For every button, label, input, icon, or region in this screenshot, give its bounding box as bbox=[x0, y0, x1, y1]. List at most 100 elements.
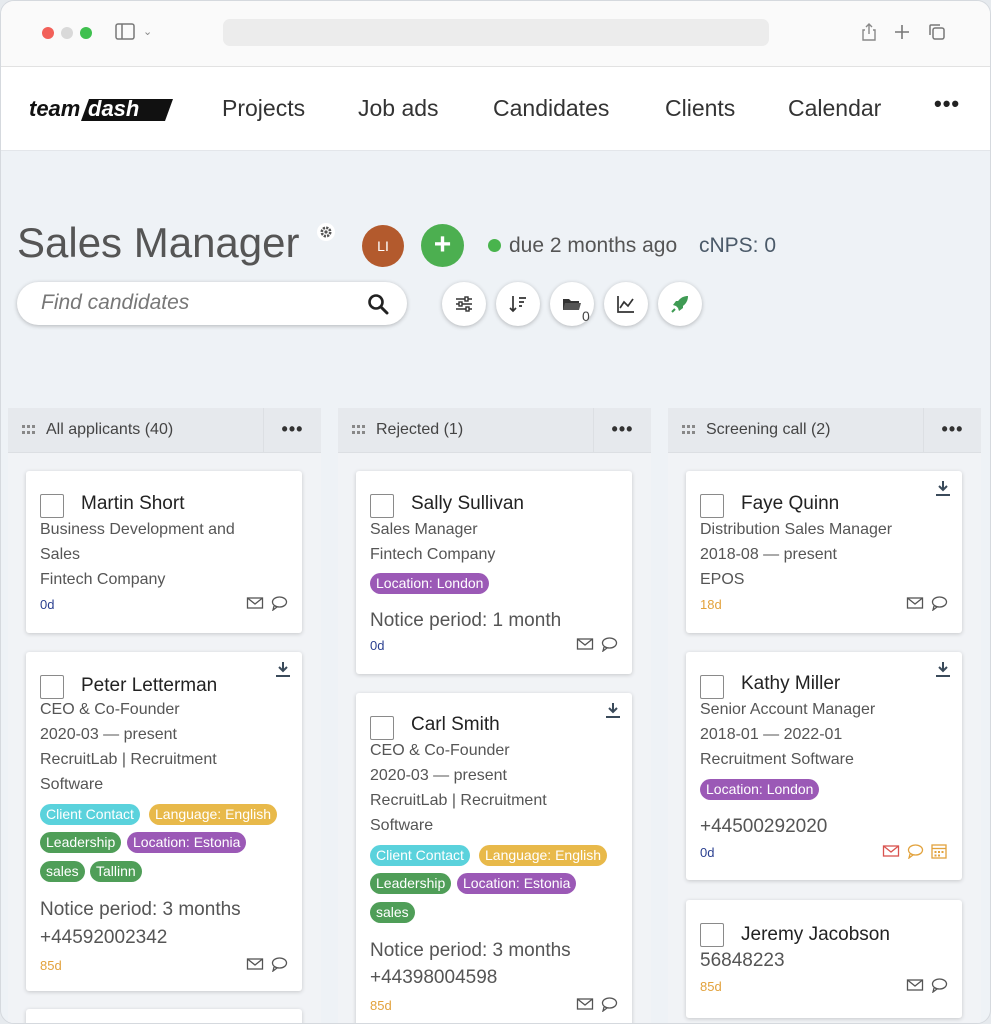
download-icon[interactable] bbox=[934, 479, 952, 497]
comment-icon[interactable] bbox=[930, 595, 948, 611]
tag[interactable]: sales bbox=[40, 861, 85, 882]
column-header[interactable]: Screening call (2) ••• bbox=[668, 408, 981, 453]
download-icon[interactable] bbox=[604, 701, 622, 719]
chevron-down-icon[interactable]: ⌄ bbox=[143, 25, 152, 38]
phone-number[interactable]: +44398004598 bbox=[370, 967, 497, 989]
candidate-card[interactable]: Martin Short Business Development and Sa… bbox=[26, 471, 302, 633]
candidate-name[interactable]: Kathy Miller bbox=[741, 673, 840, 695]
due-status: due 2 months ago bbox=[509, 234, 678, 257]
candidate-card[interactable]: Peter Letterman CEO & Co-Founder 2020-03… bbox=[26, 652, 302, 991]
comment-icon[interactable] bbox=[600, 996, 618, 1012]
calendar-icon[interactable] bbox=[930, 843, 948, 859]
sidebar-toggle-icon[interactable] bbox=[115, 23, 135, 40]
candidate-card[interactable]: Carl Smith CEO & Co-Founder 2020-03 — pr… bbox=[356, 693, 632, 1023]
close-window-button[interactable] bbox=[42, 27, 54, 39]
comment-icon[interactable] bbox=[270, 595, 288, 611]
download-icon[interactable] bbox=[934, 660, 952, 678]
nav-clients[interactable]: Clients bbox=[665, 95, 735, 122]
candidate-card[interactable]: Kathy Miller Senior Account Manager 2018… bbox=[686, 652, 962, 880]
tag[interactable]: Location: London bbox=[370, 573, 490, 594]
tag[interactable]: Language: English bbox=[479, 845, 607, 866]
card-checkbox[interactable] bbox=[700, 923, 724, 947]
nav-candidates[interactable]: Candidates bbox=[493, 95, 609, 122]
drag-handle-icon[interactable] bbox=[352, 425, 366, 435]
download-icon[interactable] bbox=[274, 660, 292, 678]
drag-handle-icon[interactable] bbox=[682, 425, 696, 435]
tabs-overview-icon[interactable] bbox=[926, 21, 948, 43]
tag[interactable]: Location: Estonia bbox=[457, 873, 577, 894]
search-input[interactable] bbox=[41, 291, 361, 315]
column-header[interactable]: Rejected (1) ••• bbox=[338, 408, 651, 453]
candidate-name[interactable]: Sally Sullivan bbox=[411, 493, 524, 515]
folders-button[interactable]: 0 bbox=[550, 282, 594, 326]
email-icon[interactable] bbox=[906, 595, 924, 611]
tag[interactable]: Tallinn bbox=[90, 861, 142, 882]
candidate-name[interactable]: Jeremy Jacobson bbox=[741, 924, 890, 946]
card-checkbox[interactable] bbox=[370, 716, 394, 740]
nav-more-button[interactable]: ••• bbox=[934, 91, 960, 117]
stats-button[interactable] bbox=[604, 282, 648, 326]
sort-button[interactable] bbox=[496, 282, 540, 326]
email-icon[interactable] bbox=[246, 956, 264, 972]
tag[interactable]: Client Contact bbox=[370, 845, 470, 866]
comment-icon[interactable] bbox=[930, 977, 948, 993]
email-icon[interactable] bbox=[246, 595, 264, 611]
page-title: Sales Manager bbox=[17, 219, 300, 266]
tag[interactable]: Location: London bbox=[700, 779, 820, 800]
candidate-card[interactable]: Jeremy Jacobson 56848223 85d bbox=[686, 900, 962, 1018]
add-candidate-button[interactable]: + bbox=[421, 224, 464, 267]
column-header[interactable]: All applicants (40) ••• bbox=[8, 408, 321, 453]
candidate-detail: CEO & Co-Founder bbox=[40, 701, 180, 718]
column-more-button[interactable]: ••• bbox=[593, 408, 651, 453]
phone-number[interactable]: +44592002342 bbox=[40, 927, 167, 949]
email-icon[interactable] bbox=[576, 636, 594, 652]
card-checkbox[interactable] bbox=[700, 675, 724, 699]
maximize-window-button[interactable] bbox=[80, 27, 92, 39]
card-checkbox[interactable] bbox=[40, 494, 64, 518]
card-checkbox[interactable] bbox=[370, 494, 394, 518]
tag[interactable]: Leadership bbox=[370, 873, 452, 894]
nav-job-ads[interactable]: Job ads bbox=[358, 95, 439, 122]
column-more-button[interactable]: ••• bbox=[263, 408, 321, 453]
candidate-name[interactable]: Carl Smith bbox=[411, 714, 500, 736]
email-icon[interactable] bbox=[906, 977, 924, 993]
tag[interactable]: Client Contact bbox=[40, 804, 140, 825]
email-icon[interactable] bbox=[882, 843, 900, 859]
tag[interactable]: Language: English bbox=[149, 804, 277, 825]
comment-icon[interactable] bbox=[270, 956, 288, 972]
column-more-button[interactable]: ••• bbox=[923, 408, 981, 453]
filter-button[interactable] bbox=[442, 282, 486, 326]
email-icon[interactable] bbox=[576, 996, 594, 1012]
boost-button[interactable] bbox=[658, 282, 702, 326]
candidate-name[interactable]: Martin Short bbox=[81, 493, 184, 515]
tag[interactable]: Leadership bbox=[40, 832, 122, 853]
nav-calendar[interactable]: Calendar bbox=[788, 95, 881, 122]
candidate-detail: 2020-03 — present bbox=[40, 726, 177, 743]
gear-icon[interactable] bbox=[316, 222, 336, 242]
teamdash-logo[interactable]: team dash bbox=[27, 96, 173, 124]
folder-count: 0 bbox=[582, 308, 590, 324]
card-checkbox[interactable] bbox=[40, 675, 64, 699]
avatar[interactable]: LI bbox=[362, 225, 404, 267]
candidate-card[interactable]: Faye Quinn Distribution Sales Manager 20… bbox=[686, 471, 962, 633]
share-icon[interactable] bbox=[858, 21, 880, 43]
search-icon[interactable] bbox=[366, 292, 390, 316]
comment-icon[interactable] bbox=[906, 843, 924, 859]
candidate-card[interactable]: Sally Sullivan Sales Manager Fintech Com… bbox=[356, 471, 632, 674]
candidate-card[interactable] bbox=[26, 1009, 302, 1023]
phone-number[interactable]: +44500292020 bbox=[700, 816, 827, 838]
nav-projects[interactable]: Projects bbox=[222, 95, 305, 122]
tag[interactable]: Location: Estonia bbox=[127, 832, 247, 853]
address-bar[interactable] bbox=[223, 19, 769, 46]
candidate-name[interactable]: Faye Quinn bbox=[741, 493, 839, 515]
cnps-score[interactable]: cNPS: 0 bbox=[699, 234, 776, 258]
comment-icon[interactable] bbox=[600, 636, 618, 652]
phone-number[interactable]: 56848223 bbox=[700, 950, 785, 972]
tag[interactable]: sales bbox=[370, 902, 415, 923]
minimize-window-button[interactable] bbox=[61, 27, 73, 39]
card-checkbox[interactable] bbox=[700, 494, 724, 518]
drag-handle-icon[interactable] bbox=[22, 425, 36, 435]
column-title: Screening call (2) bbox=[706, 421, 831, 438]
candidate-name[interactable]: Peter Letterman bbox=[81, 675, 217, 697]
new-tab-icon[interactable] bbox=[891, 21, 913, 43]
